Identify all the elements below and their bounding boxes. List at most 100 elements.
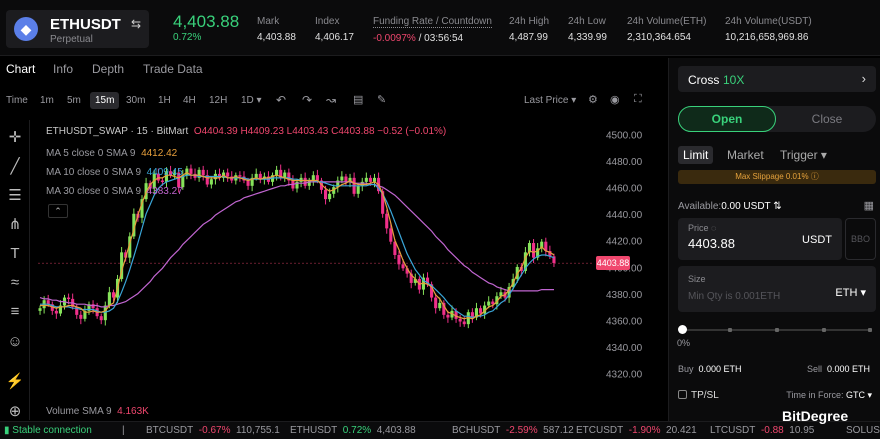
time-in-force[interactable]: Time in Force: GTC ▾ <box>786 390 872 401</box>
interval-15m[interactable]: 15m <box>90 92 120 109</box>
settings-icon[interactable]: ⚙ <box>588 93 598 106</box>
candle-body <box>91 304 95 309</box>
ticker-item[interactable]: LTCUSDT -0.88 10.95 <box>710 425 814 436</box>
connection-status: ▮ Stable connection <box>4 425 92 436</box>
candle-body <box>315 175 319 181</box>
trendline-icon[interactable]: ╱ <box>5 157 25 177</box>
interval-30m[interactable]: 30m <box>126 95 145 106</box>
candle-body <box>368 177 372 182</box>
interval-5m[interactable]: 5m <box>67 95 81 106</box>
open-close-toggle: Open Close <box>678 106 876 132</box>
stat-label: Funding Rate / Countdown <box>373 16 492 28</box>
candle-body <box>458 318 462 322</box>
close-button[interactable]: Close <box>778 106 876 132</box>
slider-handle[interactable] <box>678 325 687 334</box>
stat-value: 2,310,364.654 <box>627 32 691 43</box>
undo-icon[interactable]: ↶ <box>276 93 286 107</box>
redo-icon[interactable]: ↷ <box>302 93 312 107</box>
pair-selector[interactable]: ◆ ETHUSDT Perpetual ⇆ <box>6 10 149 48</box>
slider-step-100[interactable] <box>868 328 872 332</box>
tab-chart[interactable]: Chart <box>6 62 35 76</box>
ticker-item[interactable]: ETCUSDT -1.90% 20.421 <box>576 425 697 436</box>
chart-type-icon[interactable]: ▤ <box>353 93 363 106</box>
last-price: 4,403.88 <box>173 12 240 31</box>
stat-value: 4,339.99 <box>568 32 607 43</box>
slider-step-75[interactable] <box>822 328 826 332</box>
size-input[interactable]: Size Min Qty is 0.001ETH ETH ▾ <box>678 266 876 312</box>
ma5-legend[interactable]: MA 5 close 0 SMA 9 4412.42 <box>46 148 177 159</box>
horizontal-lines-icon[interactable]: ☰ <box>5 186 25 206</box>
ticker-price: 20.421 <box>666 425 697 436</box>
price-input[interactable]: Price ◌ 4403.88 USDT <box>678 218 842 260</box>
slider-step-50[interactable] <box>775 328 779 332</box>
ticker-symbol: SOLUS <box>846 425 880 436</box>
tpsl-checkbox[interactable] <box>678 390 687 399</box>
tpsl-toggle[interactable]: TP/SL <box>678 390 719 401</box>
ticker-item[interactable]: BCHUSDT -2.59% 587.12 <box>452 425 574 436</box>
max-slippage-banner[interactable]: Max Slippage 0.01% ⓘ <box>678 170 876 184</box>
chart-canvas[interactable]: 4500.004480.004460.004440.004420.004400.… <box>38 118 668 414</box>
ticker-change: -0.88 <box>760 425 784 436</box>
stat-24h-high: 24h High 4,487.99 <box>509 16 549 43</box>
stat-label: 24h Volume(ETH) <box>627 16 707 27</box>
slider-step-25[interactable] <box>728 328 732 332</box>
tab-depth[interactable]: Depth <box>92 62 124 76</box>
volume-legend: Volume SMA 9 4.163K <box>46 406 149 417</box>
collapse-legend-button[interactable]: ⌃ <box>48 204 68 218</box>
interval-1m[interactable]: 1m <box>40 95 54 106</box>
price-chart[interactable]: 4500.004480.004460.004440.004420.004400.… <box>38 118 668 417</box>
ticker-item[interactable]: SOLUS <box>846 425 880 436</box>
interval-1d[interactable]: 1D ▾ <box>241 95 262 106</box>
draw-icon[interactable]: ✎ <box>377 93 386 106</box>
size-unit-select[interactable]: ETH ▾ <box>835 286 866 299</box>
ruler-icon[interactable]: ⚡ <box>5 372 25 392</box>
order-type-market[interactable]: Market <box>727 148 764 162</box>
camera-icon[interactable]: ◉ <box>610 93 620 106</box>
ticker-item[interactable]: ETHUSDT 0.72% 4,403.88 <box>290 425 416 436</box>
margin-mode-selector[interactable]: Cross 10X › <box>678 66 876 92</box>
interval-12h[interactable]: 12H <box>209 95 227 106</box>
indicators-icon[interactable]: ↝ <box>326 93 336 107</box>
size-label: Size <box>688 274 706 284</box>
open-button[interactable]: Open <box>678 106 776 132</box>
price-value[interactable]: 4403.88 <box>688 236 735 251</box>
zoom-in-icon[interactable]: ⊕ <box>5 402 25 422</box>
candle-body <box>324 189 328 200</box>
bbo-button[interactable]: BBO <box>845 218 876 260</box>
candle-body <box>356 185 360 194</box>
chart-toolbar: Time 1m 5m 15m 30m 1H 4H 12H 1D ▾ ↶ ↷ ↝ … <box>0 90 668 114</box>
order-type-trigger[interactable]: Trigger ▾ <box>780 148 827 162</box>
transfer-icon[interactable]: ⇅ <box>773 201 781 212</box>
measure-icon[interactable]: ≡ <box>5 302 25 322</box>
size-slider[interactable] <box>678 325 872 334</box>
ma30-value: 4383.27 <box>146 186 183 197</box>
calculator-icon[interactable]: ▦ <box>864 199 874 212</box>
stat-value: 4,403.88 <box>257 32 296 43</box>
crosshair-icon[interactable]: ✛ <box>5 128 25 148</box>
fullscreen-icon[interactable]: ⛶ <box>634 93 642 106</box>
tif-value[interactable]: GTC ▾ <box>846 390 872 400</box>
interval-1h[interactable]: 1H <box>158 95 171 106</box>
ma10-legend[interactable]: MA 10 close 0 SMA 9 4409.45 <box>46 167 183 178</box>
tab-info[interactable]: Info <box>53 62 73 76</box>
chart-title: ETHUSDT_SWAP · 15 · BitMart <box>46 126 189 137</box>
tab-trade-data[interactable]: Trade Data <box>143 62 203 76</box>
price-source-select[interactable]: Last Price ▾ <box>524 95 576 106</box>
tpsl-label: TP/SL <box>691 390 719 401</box>
ticker-item[interactable]: BTCUSDT -0.67% 110,755.1 <box>146 425 280 436</box>
candle-body <box>389 228 393 242</box>
candle-body <box>107 292 111 306</box>
stat-value: 10,216,658,969.86 <box>725 32 809 43</box>
size-placeholder[interactable]: Min Qty is 0.001ETH <box>688 291 780 302</box>
interval-4h[interactable]: 4H <box>183 95 196 106</box>
pattern-icon[interactable]: ≈ <box>5 273 25 293</box>
smile-icon[interactable]: ☺ <box>5 332 25 352</box>
swap-icon[interactable]: ⇆ <box>131 17 141 31</box>
ticker-divider: | <box>122 425 125 436</box>
text-icon[interactable]: T <box>5 244 25 264</box>
y-tick-label: 4480.00 <box>606 157 643 168</box>
ma30-legend[interactable]: MA 30 close 0 SMA 9 4383.27 <box>46 186 183 197</box>
pitchfork-icon[interactable]: ⋔ <box>5 215 25 235</box>
candle-body <box>209 179 213 185</box>
order-type-limit[interactable]: Limit <box>678 146 714 164</box>
